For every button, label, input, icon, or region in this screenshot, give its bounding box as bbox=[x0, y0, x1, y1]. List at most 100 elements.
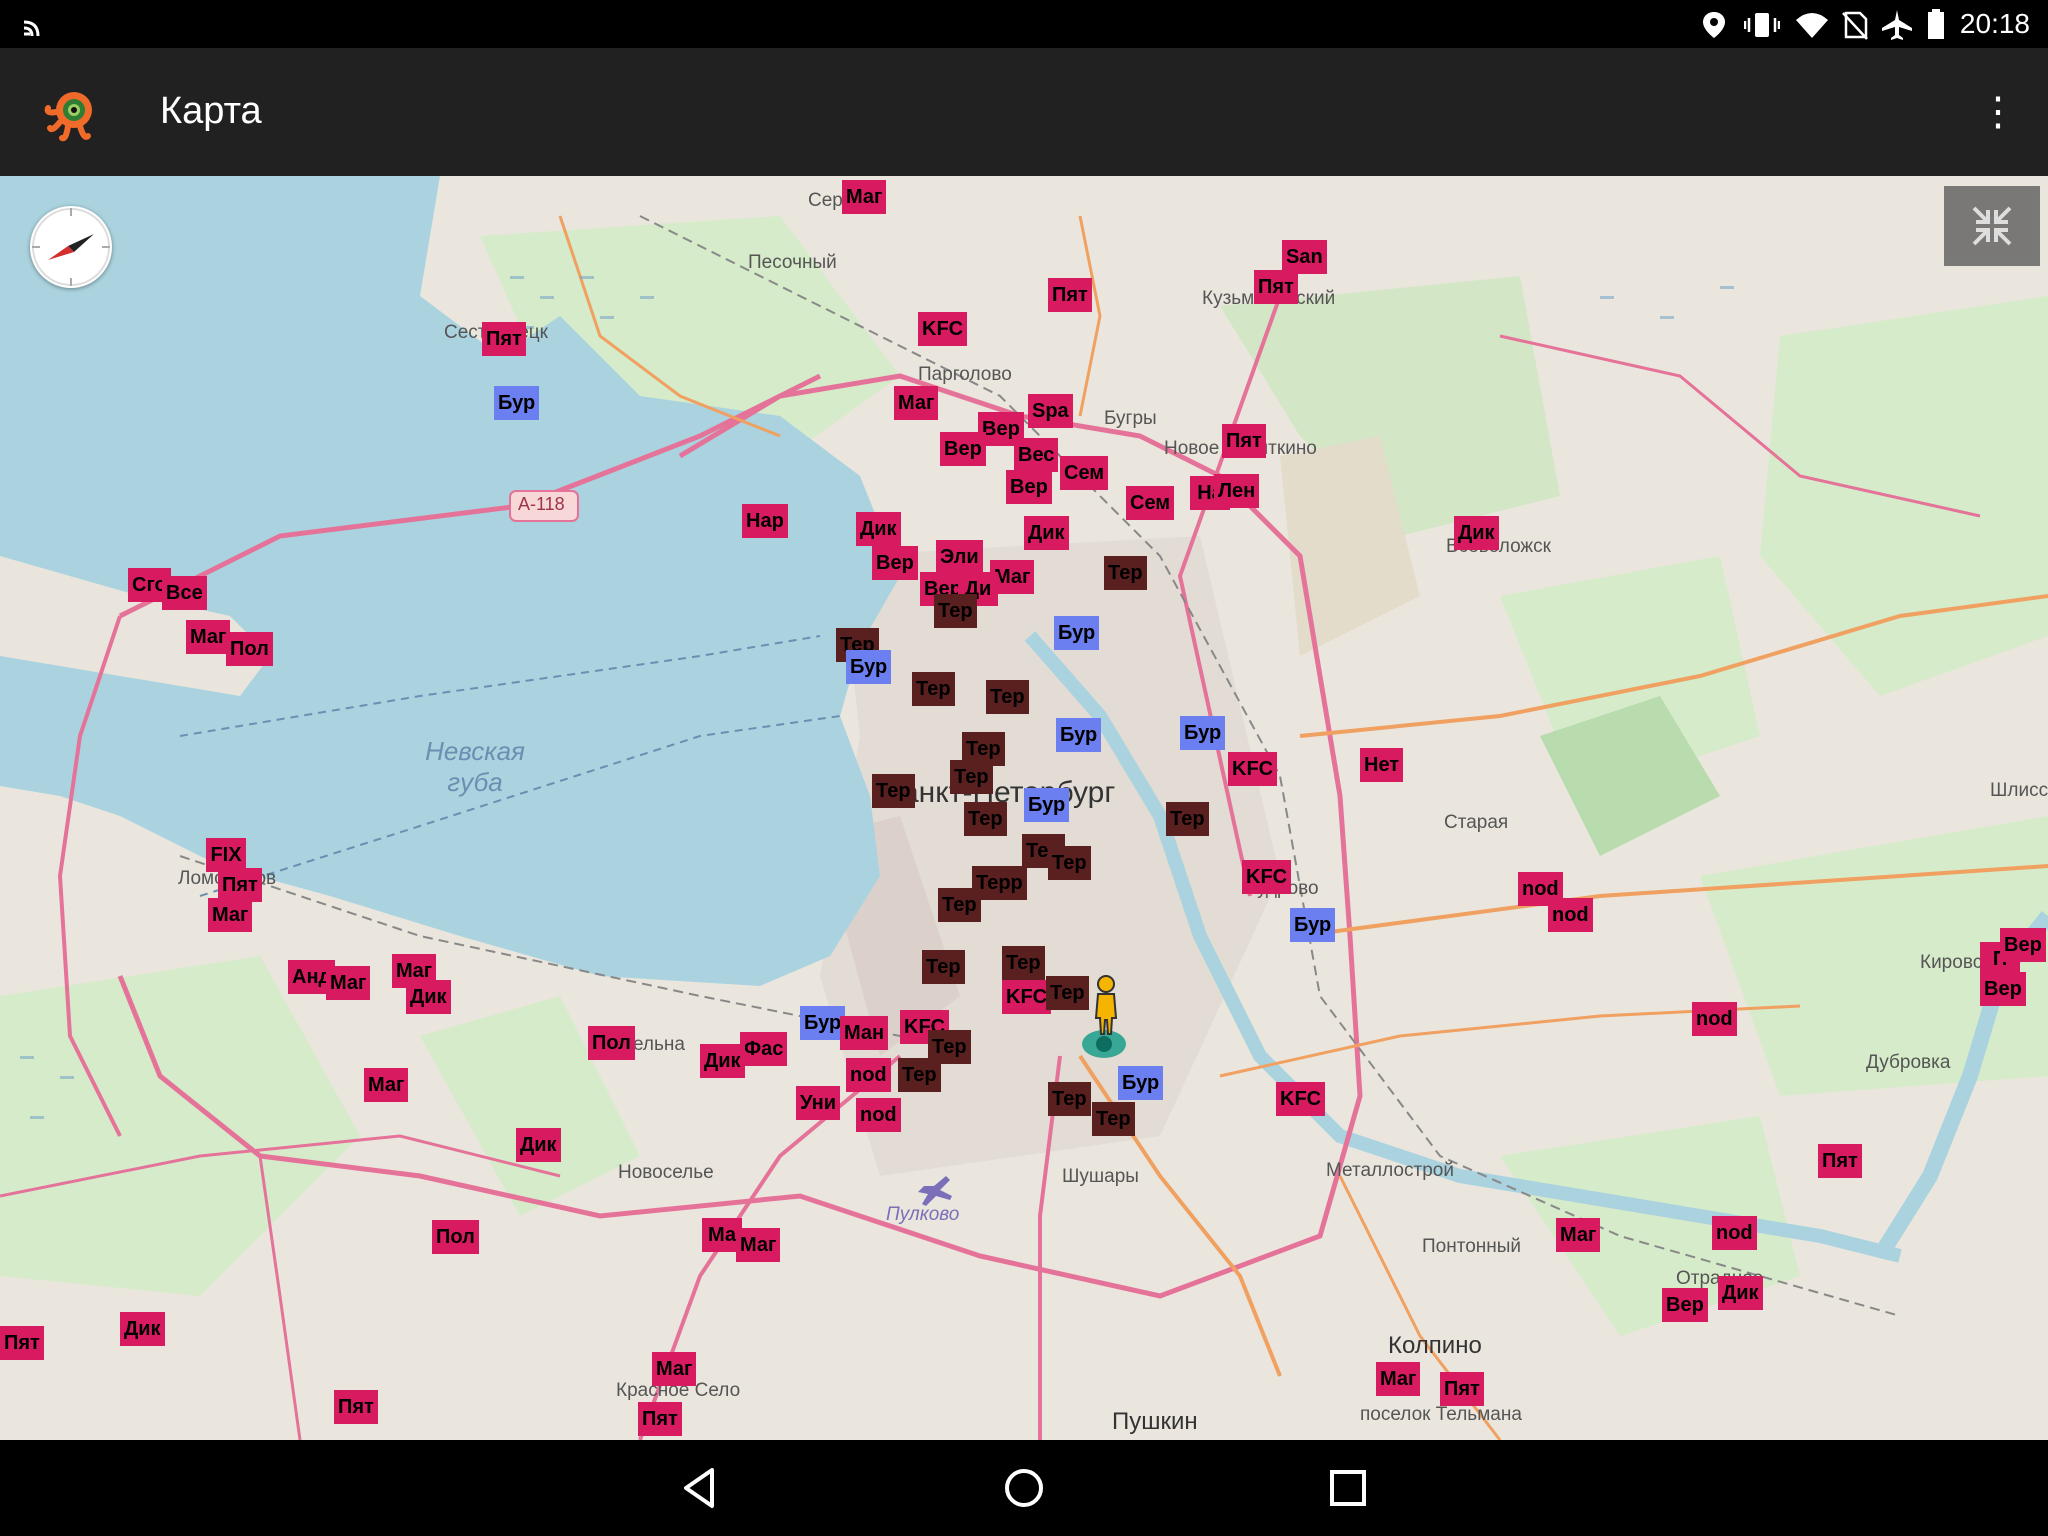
poi-marker[interactable]: Тер bbox=[1092, 1102, 1135, 1136]
poi-marker[interactable]: Маг bbox=[894, 386, 939, 420]
poi-marker[interactable]: Тер bbox=[872, 774, 915, 808]
pegman-icon[interactable] bbox=[1076, 972, 1136, 1062]
poi-marker[interactable]: KFC bbox=[1242, 860, 1292, 894]
poi-marker[interactable]: FIX bbox=[206, 838, 246, 872]
poi-marker[interactable]: Вер bbox=[940, 432, 986, 466]
poi-marker[interactable]: Бур bbox=[846, 650, 892, 684]
poi-marker[interactable]: Тер bbox=[938, 888, 981, 922]
poi-marker[interactable]: Бур bbox=[1290, 908, 1336, 942]
app-logo-icon[interactable] bbox=[40, 84, 104, 148]
poi-marker[interactable]: Пят bbox=[0, 1326, 44, 1360]
poi-marker[interactable]: Ман bbox=[840, 1016, 889, 1050]
poi-marker[interactable]: Тер bbox=[1002, 946, 1045, 980]
poi-marker[interactable]: San bbox=[1282, 240, 1327, 274]
poi-marker[interactable]: Дик bbox=[700, 1044, 745, 1078]
battery-icon bbox=[1928, 9, 1944, 39]
poi-marker[interactable]: Пят bbox=[334, 1390, 378, 1424]
poi-marker[interactable]: Тер bbox=[1104, 556, 1147, 590]
poi-marker[interactable]: Эли bbox=[936, 540, 983, 574]
poi-marker[interactable]: Вес bbox=[1014, 438, 1059, 472]
poi-marker[interactable]: Spa bbox=[1028, 394, 1073, 428]
poi-marker[interactable]: Бур bbox=[1024, 788, 1070, 822]
poi-marker[interactable]: Тер bbox=[964, 802, 1007, 836]
place-label: Пушкин bbox=[1112, 1408, 1198, 1435]
poi-marker[interactable]: Пят bbox=[1048, 278, 1092, 312]
poi-marker[interactable]: Тер bbox=[1048, 1082, 1091, 1116]
poi-marker[interactable]: KFC bbox=[1276, 1082, 1326, 1116]
poi-marker[interactable]: Пят bbox=[1222, 424, 1266, 458]
poi-marker[interactable]: Уни bbox=[796, 1086, 841, 1120]
overflow-menu-icon[interactable]: ⋮ bbox=[1978, 90, 2018, 134]
poi-marker[interactable]: Бур bbox=[1054, 616, 1100, 650]
collapse-button[interactable] bbox=[1944, 186, 2040, 266]
poi-marker[interactable]: Маг bbox=[1376, 1362, 1421, 1396]
poi-marker[interactable]: KFC bbox=[918, 312, 968, 346]
poi-marker[interactable]: Дик bbox=[856, 512, 901, 546]
poi-marker[interactable]: Нет bbox=[1360, 748, 1404, 782]
poi-marker[interactable]: Дик bbox=[1718, 1276, 1763, 1310]
poi-marker[interactable]: Тер bbox=[934, 594, 977, 628]
poi-marker[interactable]: Маг bbox=[736, 1228, 781, 1262]
poi-marker[interactable]: nod bbox=[1548, 898, 1593, 932]
poi-marker[interactable]: nod bbox=[1692, 1002, 1737, 1036]
poi-marker[interactable]: Пят bbox=[1818, 1144, 1862, 1178]
poi-marker[interactable]: nod bbox=[856, 1098, 901, 1132]
poi-marker[interactable]: Бур bbox=[494, 386, 540, 420]
place-label: Дубровка bbox=[1866, 1052, 1951, 1073]
poi-marker[interactable]: Вер bbox=[2000, 928, 2046, 962]
poi-marker[interactable]: Пят bbox=[1440, 1372, 1484, 1406]
poi-marker[interactable]: Пят bbox=[218, 868, 262, 902]
poi-marker[interactable]: Пол bbox=[588, 1026, 635, 1060]
poi-marker[interactable]: Тер bbox=[1166, 802, 1209, 836]
poi-marker[interactable]: Бур bbox=[800, 1006, 846, 1040]
poi-marker[interactable]: Тер bbox=[986, 680, 1029, 714]
poi-marker[interactable]: Тер bbox=[950, 760, 993, 794]
home-icon[interactable] bbox=[996, 1460, 1052, 1516]
poi-marker[interactable]: Пят bbox=[482, 322, 526, 356]
poi-marker[interactable]: nod bbox=[1712, 1216, 1757, 1250]
poi-marker[interactable]: Пят bbox=[638, 1402, 682, 1436]
poi-marker[interactable]: Дик bbox=[1024, 516, 1069, 550]
back-icon[interactable] bbox=[672, 1460, 728, 1516]
poi-marker[interactable]: Бур bbox=[1118, 1066, 1164, 1100]
poi-marker[interactable]: Маг bbox=[1556, 1218, 1601, 1252]
poi-marker[interactable]: Нар bbox=[742, 504, 788, 538]
poi-marker[interactable]: Тер bbox=[898, 1058, 941, 1092]
collapse-icon bbox=[1972, 206, 2012, 246]
poi-marker[interactable]: Все bbox=[162, 576, 207, 610]
sea-label: Невская губа bbox=[425, 736, 525, 797]
recents-icon[interactable] bbox=[1320, 1460, 1376, 1516]
poi-marker[interactable]: Пол bbox=[226, 632, 273, 666]
poi-marker[interactable]: Тер bbox=[1048, 846, 1091, 880]
compass-icon[interactable] bbox=[30, 206, 112, 288]
poi-marker[interactable]: Тер bbox=[912, 672, 955, 706]
poi-marker[interactable]: Вер bbox=[1662, 1288, 1708, 1322]
poi-marker[interactable]: KFC bbox=[1228, 752, 1278, 786]
poi-marker[interactable]: Сем bbox=[1126, 486, 1175, 520]
poi-marker[interactable]: Пят bbox=[1254, 270, 1298, 304]
poi-marker[interactable]: Вер bbox=[1980, 972, 2026, 1006]
place-label: Песочный bbox=[748, 252, 837, 273]
poi-marker[interactable]: Сем bbox=[1060, 456, 1109, 490]
poi-marker[interactable]: Дик bbox=[120, 1312, 165, 1346]
poi-marker[interactable]: Маг bbox=[186, 620, 231, 654]
poi-marker[interactable]: Бур bbox=[1056, 718, 1102, 752]
poi-marker[interactable]: Маг bbox=[326, 966, 371, 1000]
poi-marker[interactable]: Маг bbox=[208, 898, 253, 932]
poi-marker[interactable]: Дик bbox=[1454, 516, 1499, 550]
poi-marker[interactable]: Тер bbox=[922, 950, 965, 984]
poi-marker[interactable]: Маг bbox=[364, 1068, 409, 1102]
poi-marker[interactable]: Маг bbox=[842, 180, 887, 214]
poi-marker[interactable]: Маг bbox=[652, 1352, 697, 1386]
poi-marker[interactable]: KFC bbox=[1002, 980, 1052, 1014]
map-view[interactable]: Серово Песочный Сестрорецк Парголово Буг… bbox=[0, 176, 2048, 1440]
poi-marker[interactable]: Бур bbox=[1180, 716, 1226, 750]
poi-marker[interactable]: Вер bbox=[872, 546, 918, 580]
poi-marker[interactable]: Пол bbox=[432, 1220, 479, 1254]
poi-marker[interactable]: Фас bbox=[740, 1032, 788, 1066]
poi-marker[interactable]: Дик bbox=[516, 1128, 561, 1162]
poi-marker[interactable]: nod bbox=[846, 1058, 891, 1092]
poi-marker[interactable]: Дик bbox=[406, 980, 451, 1014]
poi-marker[interactable]: Вер bbox=[1006, 470, 1052, 504]
poi-marker[interactable]: Лен bbox=[1214, 474, 1260, 508]
